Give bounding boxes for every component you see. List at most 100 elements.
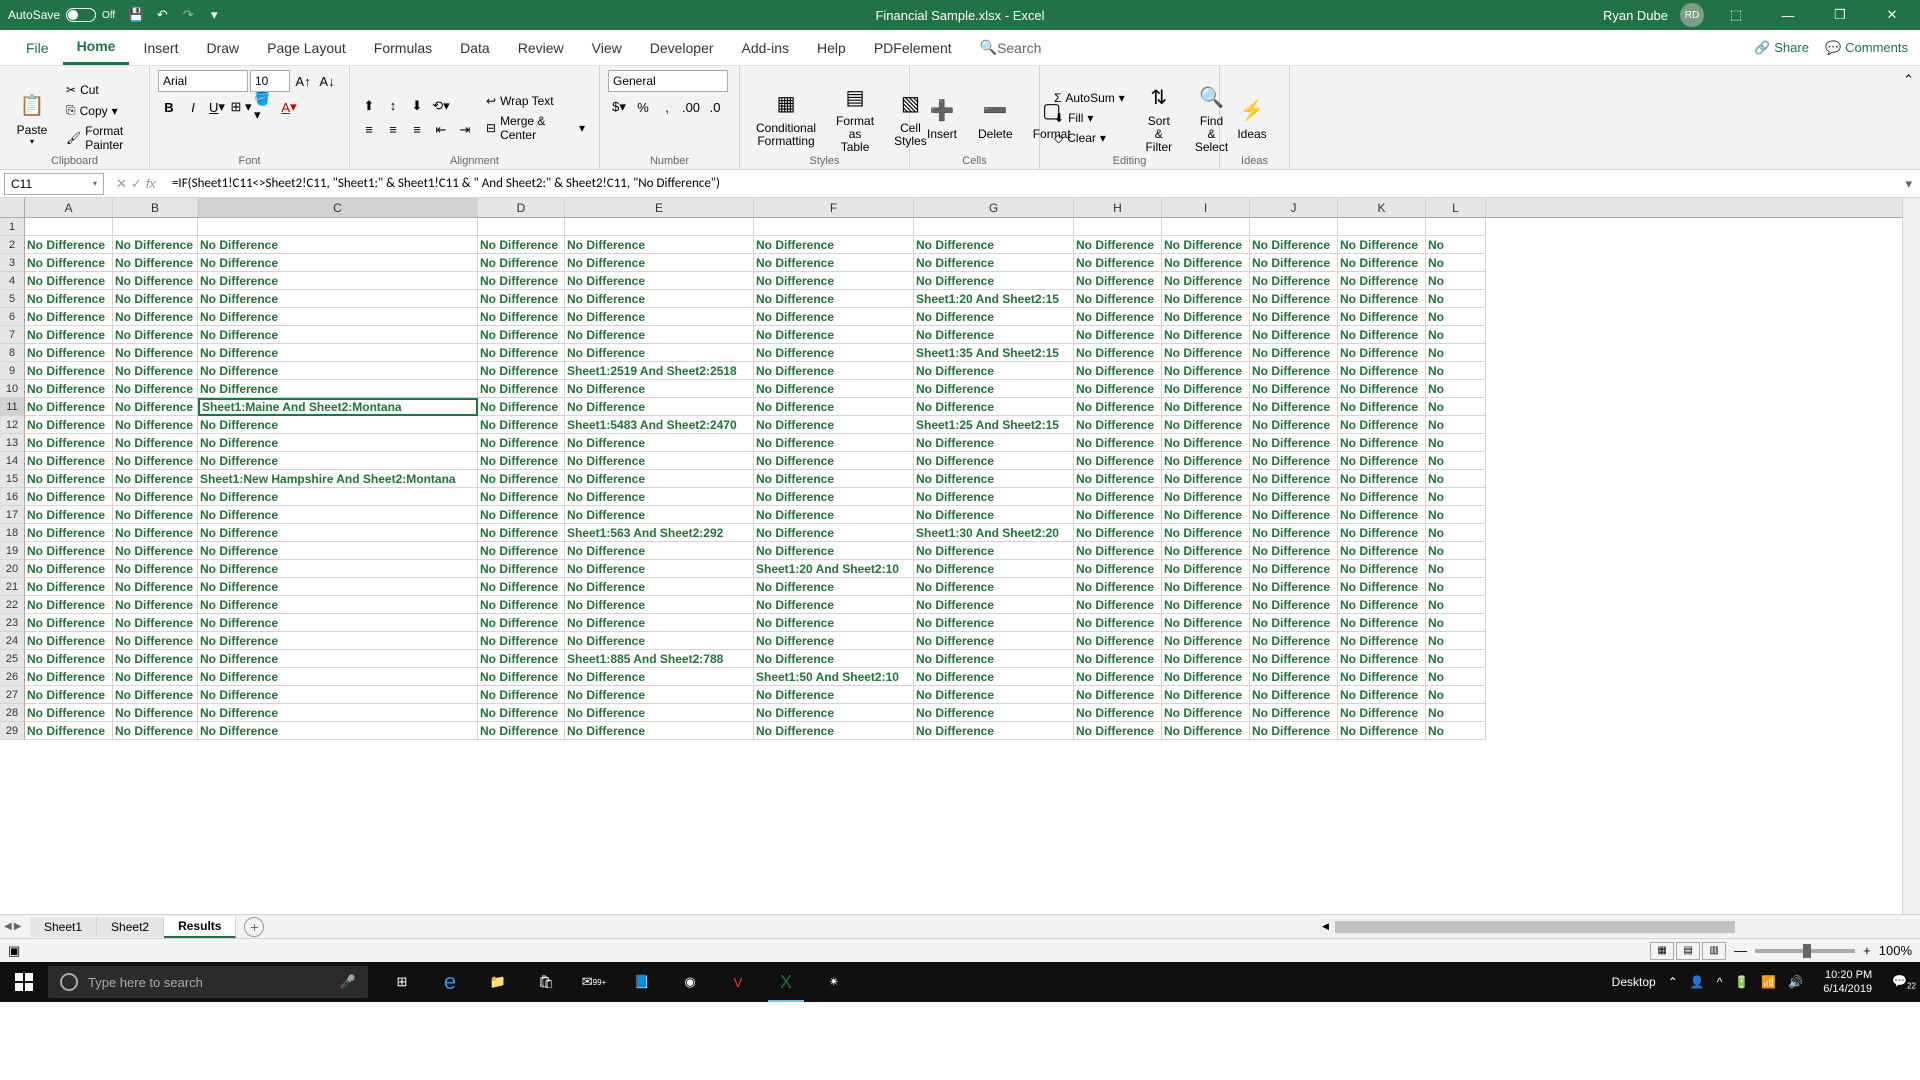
cell-H5[interactable]: No Difference	[1074, 290, 1162, 308]
cell-G23[interactable]: No Difference	[914, 614, 1074, 632]
increase-decimal-icon[interactable]: .00	[680, 96, 702, 118]
cell-C25[interactable]: No Difference	[198, 650, 478, 668]
cell-H22[interactable]: No Difference	[1074, 596, 1162, 614]
col-header-B[interactable]: B	[113, 198, 198, 217]
cell-A13[interactable]: No Difference	[25, 434, 113, 452]
cell-D25[interactable]: No Difference	[478, 650, 565, 668]
cell-F6[interactable]: No Difference	[754, 308, 914, 326]
cell-A20[interactable]: No Difference	[25, 560, 113, 578]
horizontal-scrollbar[interactable]: ◀	[1320, 919, 1920, 935]
cell-D17[interactable]: No Difference	[478, 506, 565, 524]
tray-up-icon[interactable]: ^	[1717, 975, 1723, 989]
cell-H24[interactable]: No Difference	[1074, 632, 1162, 650]
row-header-2[interactable]: 2	[0, 236, 24, 254]
cell-F13[interactable]: No Difference	[754, 434, 914, 452]
cell-C16[interactable]: No Difference	[198, 488, 478, 506]
cell-B24[interactable]: No Difference	[113, 632, 198, 650]
zoom-level[interactable]: 100%	[1879, 943, 1912, 958]
cell-E3[interactable]: No Difference	[565, 254, 754, 272]
cell-B6[interactable]: No Difference	[113, 308, 198, 326]
save-icon[interactable]: 💾	[127, 6, 145, 24]
search-box[interactable]: 🔍 Search	[966, 30, 1056, 65]
sheet-nav-next-icon[interactable]: ▶	[14, 921, 22, 932]
cell-F2[interactable]: No Difference	[754, 236, 914, 254]
tab-page-layout[interactable]: Page Layout	[253, 30, 360, 65]
row-header-8[interactable]: 8	[0, 344, 24, 362]
cell-F10[interactable]: No Difference	[754, 380, 914, 398]
cell-B27[interactable]: No Difference	[113, 686, 198, 704]
cell-K8[interactable]: No Difference	[1338, 344, 1426, 362]
row-header-24[interactable]: 24	[0, 632, 24, 650]
cell-E9[interactable]: Sheet1:2519 And Sheet2:2518	[565, 362, 754, 380]
merge-center-button[interactable]: ⊟ Merge & Center ▾	[480, 112, 591, 144]
name-box[interactable]: C11▾	[4, 173, 104, 195]
align-center-icon[interactable]: ≡	[382, 119, 404, 141]
cell-C11[interactable]: Sheet1:Maine And Sheet2:Montana	[198, 398, 478, 416]
cell-F14[interactable]: No Difference	[754, 452, 914, 470]
cell-K17[interactable]: No Difference	[1338, 506, 1426, 524]
cell-D15[interactable]: No Difference	[478, 470, 565, 488]
cell-I15[interactable]: No Difference	[1162, 470, 1250, 488]
cell-B14[interactable]: No Difference	[113, 452, 198, 470]
cell-I17[interactable]: No Difference	[1162, 506, 1250, 524]
font-size-select[interactable]	[250, 70, 290, 92]
tray-overflow-icon[interactable]: ⌃	[1668, 975, 1678, 989]
taskbar-search[interactable]: Type here to search🎤	[48, 966, 368, 998]
align-top-icon[interactable]: ⬆	[358, 95, 380, 117]
cell-H12[interactable]: No Difference	[1074, 416, 1162, 434]
row-header-6[interactable]: 6	[0, 308, 24, 326]
cell-F3[interactable]: No Difference	[754, 254, 914, 272]
cell-J9[interactable]: No Difference	[1250, 362, 1338, 380]
cell-C5[interactable]: No Difference	[198, 290, 478, 308]
cell-F9[interactable]: No Difference	[754, 362, 914, 380]
cell-D13[interactable]: No Difference	[478, 434, 565, 452]
cell-D1[interactable]	[478, 218, 565, 236]
row-header-3[interactable]: 3	[0, 254, 24, 272]
cell-D20[interactable]: No Difference	[478, 560, 565, 578]
cell-F29[interactable]: No Difference	[754, 722, 914, 740]
cell-G26[interactable]: No Difference	[914, 668, 1074, 686]
cell-I20[interactable]: No Difference	[1162, 560, 1250, 578]
col-header-E[interactable]: E	[565, 198, 754, 217]
cell-C8[interactable]: No Difference	[198, 344, 478, 362]
cell-H7[interactable]: No Difference	[1074, 326, 1162, 344]
cell-A17[interactable]: No Difference	[25, 506, 113, 524]
redo-icon[interactable]: ↷	[179, 6, 197, 24]
col-header-H[interactable]: H	[1074, 198, 1162, 217]
cell-B9[interactable]: No Difference	[113, 362, 198, 380]
tab-draw[interactable]: Draw	[192, 30, 253, 65]
cell-E17[interactable]: No Difference	[565, 506, 754, 524]
mail-icon[interactable]: ✉99+	[572, 962, 616, 1002]
cell-G3[interactable]: No Difference	[914, 254, 1074, 272]
cell-G24[interactable]: No Difference	[914, 632, 1074, 650]
cell-E15[interactable]: No Difference	[565, 470, 754, 488]
cell-I13[interactable]: No Difference	[1162, 434, 1250, 452]
cell-K19[interactable]: No Difference	[1338, 542, 1426, 560]
cell-E22[interactable]: No Difference	[565, 596, 754, 614]
cell-K26[interactable]: No Difference	[1338, 668, 1426, 686]
ribbon-options-icon[interactable]: ⬚	[1716, 0, 1756, 30]
share-button[interactable]: 🔗 Share	[1754, 40, 1809, 56]
cell-I7[interactable]: No Difference	[1162, 326, 1250, 344]
cell-E18[interactable]: Sheet1:563 And Sheet2:292	[565, 524, 754, 542]
cell-E23[interactable]: No Difference	[565, 614, 754, 632]
cell-C19[interactable]: No Difference	[198, 542, 478, 560]
cell-A18[interactable]: No Difference	[25, 524, 113, 542]
cell-J27[interactable]: No Difference	[1250, 686, 1338, 704]
cell-C15[interactable]: Sheet1:New Hampshire And Sheet2:Montana	[198, 470, 478, 488]
cell-J17[interactable]: No Difference	[1250, 506, 1338, 524]
cell-E14[interactable]: No Difference	[565, 452, 754, 470]
cell-H19[interactable]: No Difference	[1074, 542, 1162, 560]
cell-H8[interactable]: No Difference	[1074, 344, 1162, 362]
cell-G28[interactable]: No Difference	[914, 704, 1074, 722]
cell-J20[interactable]: No Difference	[1250, 560, 1338, 578]
start-button[interactable]	[0, 962, 48, 1002]
cell-A8[interactable]: No Difference	[25, 344, 113, 362]
cell-C13[interactable]: No Difference	[198, 434, 478, 452]
row-header-7[interactable]: 7	[0, 326, 24, 344]
row-header-23[interactable]: 23	[0, 614, 24, 632]
cell-D27[interactable]: No Difference	[478, 686, 565, 704]
cell-J26[interactable]: No Difference	[1250, 668, 1338, 686]
cell-A15[interactable]: No Difference	[25, 470, 113, 488]
cell-C7[interactable]: No Difference	[198, 326, 478, 344]
